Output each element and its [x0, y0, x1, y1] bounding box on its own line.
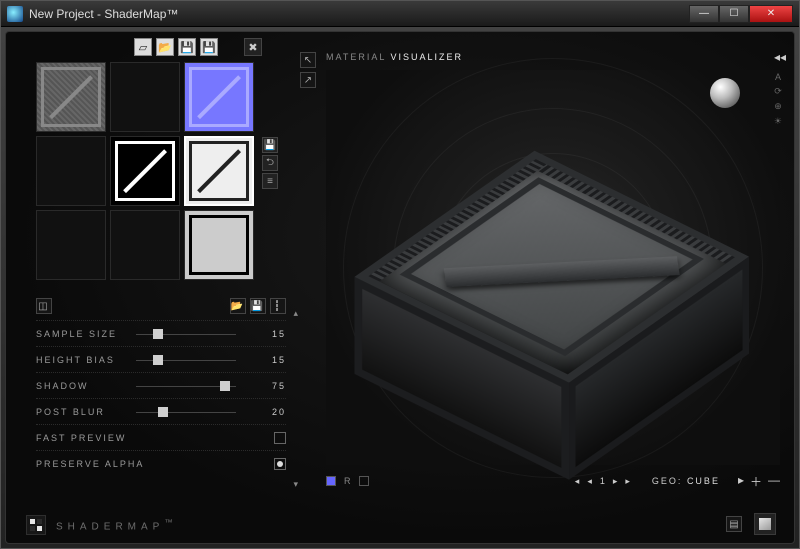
- visualizer-title: MATERIAL VISUALIZER: [326, 52, 780, 62]
- prop-value: 20: [260, 407, 286, 417]
- rotate-icon[interactable]: ⟳: [774, 86, 782, 97]
- sun-icon[interactable]: ☀: [774, 116, 782, 127]
- geo-remove-icon[interactable]: —: [768, 473, 780, 490]
- brand-label: SHADERMAP™: [56, 517, 178, 532]
- geo-next-icon[interactable]: ▸: [738, 473, 744, 490]
- map-cell-spec[interactable]: [184, 210, 254, 280]
- scroll-up-icon[interactable]: ▴: [293, 308, 300, 319]
- axis-a-icon[interactable]: A: [775, 72, 781, 82]
- map-options-icon[interactable]: ≡: [262, 173, 278, 189]
- prop-value: 15: [260, 329, 286, 339]
- prop-value: 75: [260, 381, 286, 391]
- map-cell-empty[interactable]: [110, 62, 180, 132]
- prop-slider[interactable]: [136, 353, 260, 367]
- prop-slider[interactable]: [136, 327, 260, 341]
- window-title: New Project - ShaderMap™: [29, 7, 683, 21]
- channel-r-label: R: [344, 476, 351, 486]
- settings-button[interactable]: ✖: [244, 38, 262, 56]
- diffuse-thumb: [37, 63, 105, 131]
- prop-row-preserve-alpha: PRESERVE ALPHA: [36, 450, 286, 476]
- visualizer-bar: R ◂ ◂ 1 ▸ ▸ GEO: CUBE ▸ ＋ —: [326, 469, 780, 493]
- collapse-icon[interactable]: ◂◂: [774, 50, 786, 64]
- geo-add-icon[interactable]: ＋: [750, 473, 762, 490]
- geo-label: GEO: CUBE: [652, 476, 720, 486]
- map-grid: [36, 62, 276, 280]
- map-side-buttons: 💾 ⮌ ≡: [262, 137, 278, 189]
- app-window: New Project - ShaderMap™ — ☐ ✕ ▱ 📂 💾 💾 ✖: [0, 0, 800, 549]
- prop-value: 15: [260, 355, 286, 365]
- map-push-icon[interactable]: ⮌: [262, 155, 278, 171]
- maximize-button[interactable]: ☐: [719, 5, 749, 23]
- light-orb[interactable]: [710, 78, 740, 108]
- visualizer-tools-right: A ⟳ ⊕ ☀: [774, 72, 782, 127]
- props-save-icon[interactable]: 💾: [250, 298, 266, 314]
- normal-thumb: [185, 63, 253, 131]
- prop-label: SAMPLE SIZE: [36, 329, 136, 339]
- save-button[interactable]: 💾: [178, 38, 196, 56]
- client-area: ▱ 📂 💾 💾 ✖ 💾 ⮌ ≡ ◫: [5, 31, 795, 544]
- save-as-button[interactable]: 💾: [200, 38, 218, 56]
- brand-footer: SHADERMAP™: [26, 515, 178, 535]
- viewport-3d[interactable]: A ⟳ ⊕ ☀: [326, 70, 780, 465]
- main-toolbar: ▱ 📂 💾 💾 ✖: [134, 38, 262, 56]
- visualizer-panel: MATERIAL VISUALIZER ◂◂ ↖ ↗ A ⟳ ⊕ ☀: [326, 52, 780, 493]
- brand-logo-icon[interactable]: [26, 515, 46, 535]
- close-button[interactable]: ✕: [749, 5, 793, 23]
- open-file-button[interactable]: 📂: [156, 38, 174, 56]
- prop-slider[interactable]: [136, 405, 260, 419]
- target-icon[interactable]: ⊕: [774, 101, 782, 112]
- map-cell-ao[interactable]: [184, 136, 254, 206]
- props-divider-icon[interactable]: ┇: [270, 298, 286, 314]
- prop-label: PRESERVE ALPHA: [36, 459, 144, 469]
- prop-label: POST BLUR: [36, 407, 136, 417]
- footer-right: ▤: [726, 513, 776, 535]
- properties-panel: ◫ 📂 💾 ┇ ▴▾ SAMPLE SIZE15HEIGHT BIAS15SHA…: [36, 298, 286, 476]
- app-icon: [7, 6, 23, 22]
- map-cell-diffuse[interactable]: [36, 62, 106, 132]
- displace-thumb: [111, 137, 179, 205]
- prop-slider[interactable]: [136, 379, 260, 393]
- next-icon[interactable]: ▸: [613, 476, 618, 487]
- map-cell-empty[interactable]: [36, 210, 106, 280]
- preview-mesh: [342, 151, 765, 399]
- scroll-down-icon[interactable]: ▾: [293, 479, 300, 490]
- move-tool-icon[interactable]: ↗: [300, 72, 316, 88]
- prop-row-fast-preview: FAST PREVIEW: [36, 424, 286, 450]
- map-cell-normal[interactable]: [184, 62, 254, 132]
- visualizer-tools-left: ↖ ↗: [300, 52, 316, 88]
- prop-row-sample-size: SAMPLE SIZE 15: [36, 320, 286, 346]
- prop-checkbox[interactable]: [274, 432, 286, 444]
- titlebar[interactable]: New Project - ShaderMap™ — ☐ ✕: [1, 1, 799, 27]
- prop-row-shadow: SHADOW 75: [36, 372, 286, 398]
- new-file-button[interactable]: ▱: [134, 38, 152, 56]
- map-cell-empty[interactable]: [110, 210, 180, 280]
- prop-label: FAST PREVIEW: [36, 433, 126, 443]
- props-open-icon[interactable]: 📂: [230, 298, 246, 314]
- props-header-icon[interactable]: ◫: [36, 298, 52, 314]
- map-save-icon[interactable]: 💾: [262, 137, 278, 153]
- visualizer-toggle-icon[interactable]: [754, 513, 776, 535]
- cursor-tool-icon[interactable]: ↖: [300, 52, 316, 68]
- prop-checkbox[interactable]: [274, 458, 286, 470]
- page-number: 1: [600, 476, 605, 486]
- minimize-button[interactable]: —: [689, 5, 719, 23]
- prev-icon[interactable]: ◂: [587, 476, 592, 487]
- channel-unselected[interactable]: [359, 476, 369, 486]
- prop-label: HEIGHT BIAS: [36, 355, 136, 365]
- ao-thumb: [185, 137, 253, 205]
- map-cell-displace[interactable]: [110, 136, 180, 206]
- channel-selected[interactable]: [326, 476, 336, 486]
- prop-row-post-blur: POST BLUR 20: [36, 398, 286, 424]
- map-cell-empty[interactable]: [36, 136, 106, 206]
- prop-row-height-bias: HEIGHT BIAS 15: [36, 346, 286, 372]
- prop-label: SHADOW: [36, 381, 136, 391]
- layout-toggle-icon[interactable]: ▤: [726, 516, 742, 532]
- prev-fast-icon[interactable]: ◂: [575, 476, 580, 487]
- next-fast-icon[interactable]: ▸: [625, 476, 630, 487]
- spec-thumb: [185, 211, 253, 279]
